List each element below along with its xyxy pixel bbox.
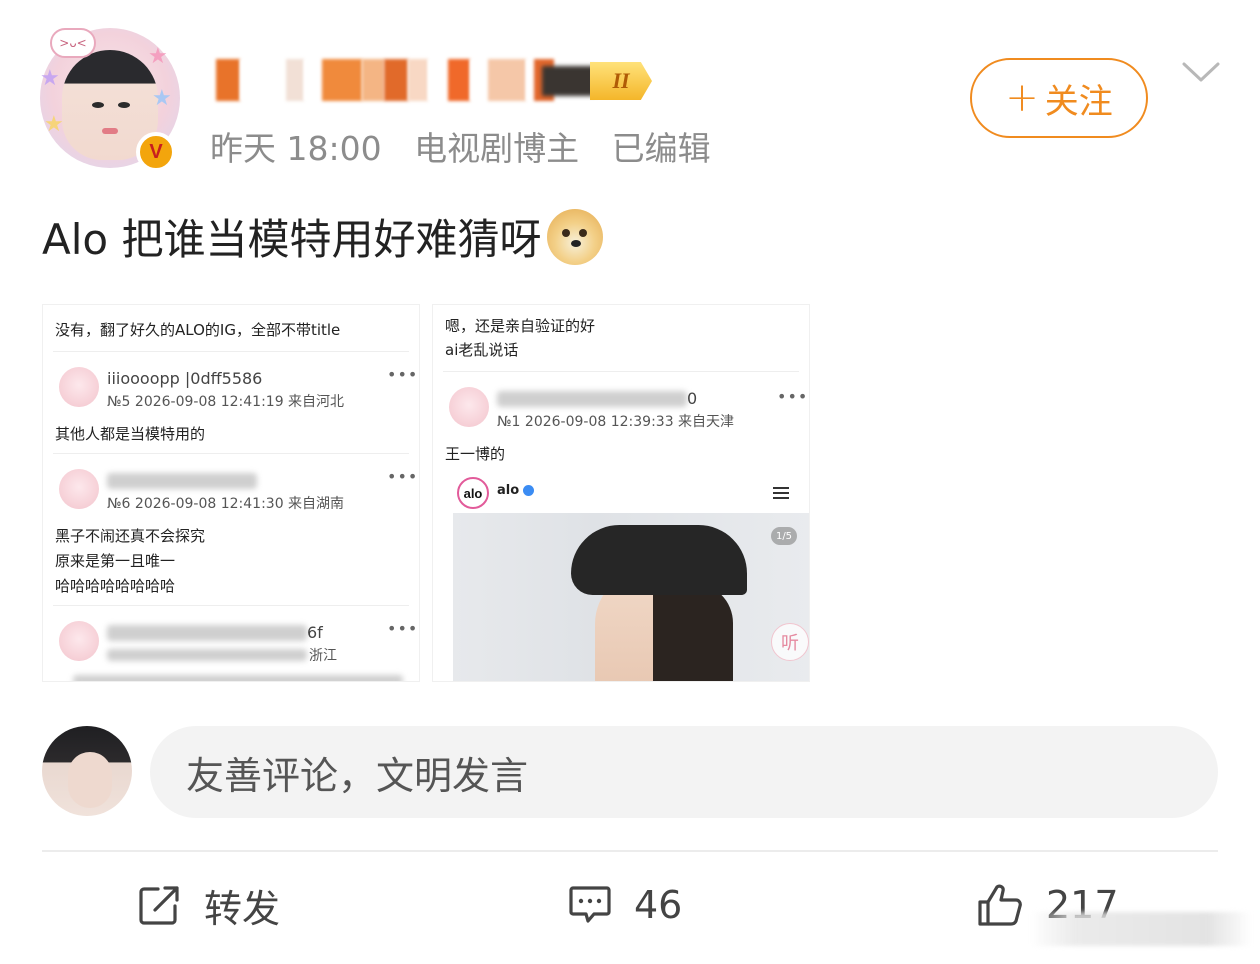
comment-meta: №6 2026-09-08 12:41:30 来自湖南 <box>107 496 345 512</box>
follow-label: 关注 <box>1044 81 1113 122</box>
image1-header-text: 没有，翻了好久的ALO的IG，全部不带title <box>55 321 341 339</box>
star-icon: ★ <box>152 86 172 111</box>
star-icon: ★ <box>148 44 168 69</box>
plus-icon: + <box>1005 75 1039 121</box>
thumbs-up-icon <box>978 884 1022 926</box>
more-icon: ••• <box>387 467 419 486</box>
comment-placeholder: 友善评论，文明发言 <box>186 753 529 798</box>
menu-icon <box>773 487 789 499</box>
post-image-1[interactable]: 没有，翻了好久的ALO的IG，全部不带title iiioooopp |0dff… <box>42 304 420 682</box>
brand-name-row: alo <box>497 483 535 498</box>
verified-badge-icon: V <box>136 132 176 172</box>
current-user-avatar[interactable] <box>42 726 132 816</box>
commenter-avatar <box>449 387 489 427</box>
cap-shape <box>571 525 747 595</box>
comment-body: 其他人都是当模特用的 <box>55 425 206 443</box>
avatar-eye <box>118 102 130 108</box>
share-icon <box>139 886 179 925</box>
commenter-avatar <box>59 621 99 661</box>
author-avatar[interactable]: >ᴗ< ★ ★ ★ ★ V <box>40 28 180 172</box>
divider <box>42 850 1218 852</box>
follow-button[interactable]: + 关注 <box>970 58 1148 138</box>
post-time: 昨天 18:00 <box>210 129 382 168</box>
more-icon: ••• <box>387 619 419 638</box>
comment-count: 46 <box>634 883 683 927</box>
commenter-avatar <box>59 469 99 509</box>
post-meta: 昨天 18:00 电视剧博主 已编辑 <box>210 122 733 170</box>
comment-meta: 浙江 <box>309 648 337 664</box>
chevron-down-icon[interactable] <box>1180 56 1222 86</box>
avatar-sticker: >ᴗ< <box>50 28 96 58</box>
watermark <box>1030 912 1252 946</box>
doge-emoji-icon <box>547 208 604 265</box>
commenter-name: 0 <box>687 389 698 408</box>
comment-body: 哈哈哈哈哈哈哈哈 <box>55 577 176 595</box>
level-badge: II <box>542 62 652 100</box>
model-photo: 1/5 听 <box>453 513 809 681</box>
commenter-avatar <box>59 367 99 407</box>
verified-icon <box>523 485 535 496</box>
star-icon: ★ <box>40 66 60 91</box>
comment-body: 王一博的 <box>445 445 506 463</box>
post-text: Alo 把谁当模特用好难猜呀 <box>42 215 542 264</box>
comment-button[interactable]: 46 <box>568 876 682 934</box>
comment-meta: №1 2026-09-08 12:39:33 来自天津 <box>497 414 735 430</box>
post-image-2[interactable]: 嗯，还是亲自验证的好 ai老乱说话 0 ••• №1 2026-09-08 12… <box>432 304 810 682</box>
more-icon: ••• <box>387 365 419 384</box>
commenter-name: iiioooopp |0dff5586 <box>107 369 263 388</box>
comment-icon <box>569 886 611 923</box>
alo-logo-icon: alo <box>457 477 489 509</box>
avatar-lips <box>102 128 118 134</box>
more-icon: ••• <box>777 387 809 406</box>
repost-label: 转发 <box>204 886 281 931</box>
listen-button: 听 <box>771 623 809 661</box>
repost-button[interactable]: 转发 <box>138 876 280 934</box>
star-icon: ★ <box>44 112 64 137</box>
username-blurred[interactable] <box>216 58 554 102</box>
edited-label[interactable]: 已编辑 <box>612 129 711 168</box>
comment-input[interactable]: 友善评论，文明发言 <box>150 726 1218 818</box>
photo-pager: 1/5 <box>771 527 797 545</box>
avatar-eye <box>92 102 104 108</box>
post-body: Alo 把谁当模特用好难猜呀 <box>42 206 604 267</box>
brand-name: alo <box>497 483 520 498</box>
commenter-name: 6f <box>307 623 323 642</box>
image2-header-text: 嗯，还是亲自验证的好 <box>445 317 596 335</box>
comment-body: 原来是第一且唯一 <box>55 552 176 570</box>
image2-header-text: ai老乱说话 <box>445 341 519 359</box>
author-category[interactable]: 电视剧博主 <box>414 129 579 168</box>
comment-body: 黑子不闹还真不会探究 <box>55 527 206 545</box>
comment-meta: №5 2026-09-08 12:41:19 来自河北 <box>107 394 345 410</box>
